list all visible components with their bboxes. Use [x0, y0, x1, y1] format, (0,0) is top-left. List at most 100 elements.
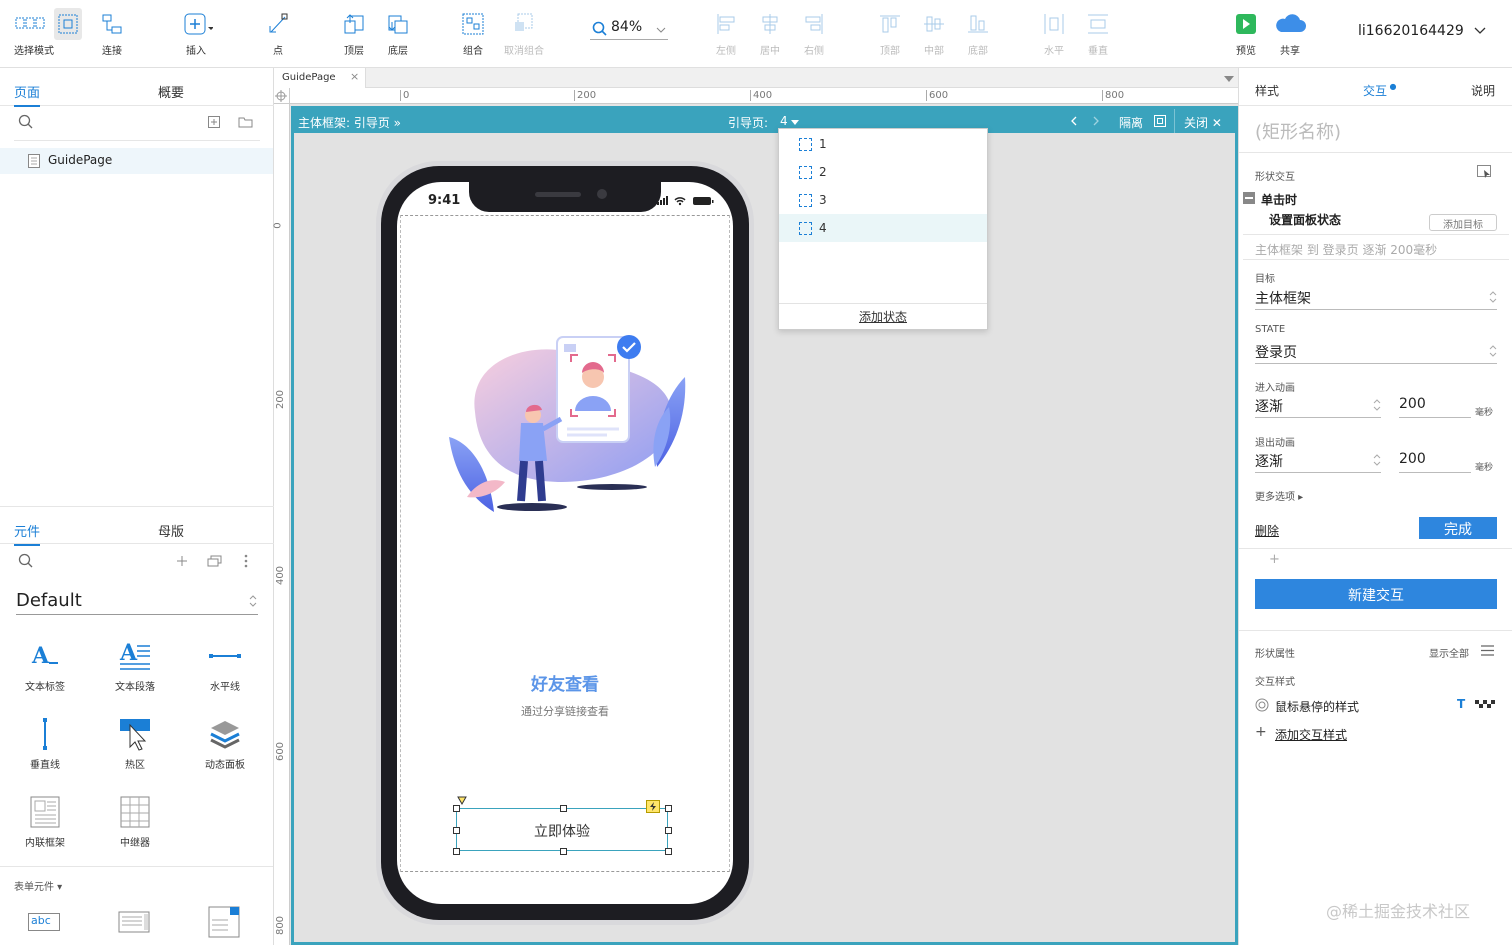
tab-overflow-icon[interactable] — [1224, 76, 1234, 82]
resize-handle[interactable] — [560, 805, 567, 812]
add-target-button[interactable]: 添加目标 — [1429, 214, 1497, 231]
widget-text-label[interactable]: A 文本标签 — [5, 634, 85, 693]
close-panel-button[interactable]: 关闭 ✕ — [1184, 114, 1222, 131]
hover-style-item[interactable]: 鼠标悬停的样式 — [1275, 698, 1359, 715]
state-item-1[interactable]: 1 — [779, 130, 987, 158]
rotation-handle-icon[interactable] — [457, 796, 467, 805]
group-button[interactable]: 组合 — [456, 8, 490, 57]
target-select[interactable]: 主体框架 — [1255, 288, 1497, 310]
state-item-2[interactable]: 2 — [779, 158, 987, 186]
widget-horizontal-line[interactable]: 水平线 — [185, 634, 265, 693]
add-action-plus-icon[interactable]: + — [1269, 552, 1280, 567]
resize-handle[interactable] — [560, 848, 567, 855]
align-top-button[interactable]: 顶部 — [874, 8, 906, 57]
tab-masters[interactable]: 母版 — [158, 521, 184, 540]
resize-handle[interactable] — [665, 805, 672, 812]
widget-repeater[interactable]: 中继器 — [95, 790, 175, 849]
align-middle-button[interactable]: 中部 — [918, 8, 950, 57]
tab-style[interactable]: 样式 — [1255, 82, 1279, 99]
align-center-button[interactable]: 居中 — [754, 8, 786, 57]
collapse-event-icon[interactable] — [1243, 192, 1255, 204]
widget-text-field[interactable]: abc — [28, 913, 60, 931]
action-set-panel-state[interactable]: 设置面板状态 — [1269, 211, 1341, 228]
search-icon[interactable] — [18, 114, 34, 130]
resize-handle[interactable] — [665, 848, 672, 855]
search-icon[interactable] — [18, 553, 34, 569]
new-interaction-button[interactable]: 新建交互 — [1255, 579, 1497, 609]
isolate-icon[interactable] — [1154, 115, 1166, 127]
library-stack-icon[interactable] — [207, 555, 223, 567]
widget-hotspot[interactable]: 热区 — [95, 712, 175, 771]
tab-widgets[interactable]: 元件 — [14, 521, 41, 546]
resize-handle[interactable] — [453, 848, 460, 855]
text-area-icon[interactable] — [118, 911, 150, 933]
delete-link[interactable]: 删除 — [1255, 522, 1279, 539]
done-button[interactable]: 完成 — [1419, 517, 1497, 539]
state-select[interactable]: 登录页 — [1255, 342, 1497, 364]
tab-interactions[interactable]: 交互 ● — [1363, 82, 1397, 99]
state-item-3[interactable]: 3 — [779, 186, 987, 214]
add-interaction-style-link[interactable]: 添加交互样式 — [1275, 726, 1347, 743]
align-bottom-button[interactable]: 底部 — [962, 8, 994, 57]
page-item-guidepage[interactable]: GuidePage — [0, 148, 273, 174]
send-bottom-button[interactable]: 底层 — [382, 8, 414, 57]
ungroup-button[interactable]: 取消组合 — [500, 8, 548, 57]
tab-notes[interactable]: 说明 — [1471, 82, 1495, 99]
form-widgets-section[interactable]: 表单元件 ▾ — [14, 878, 62, 893]
shape-name-input[interactable]: (矩形名称) — [1255, 118, 1341, 144]
library-select[interactable]: Default — [16, 589, 258, 615]
add-page-icon[interactable] — [208, 116, 220, 128]
text-style-icon[interactable]: T — [1457, 697, 1465, 711]
tab-outline[interactable]: 概要 — [158, 82, 184, 101]
widget-inline-frame[interactable]: 内联框架 — [5, 790, 85, 849]
fill-pattern-icon[interactable] — [1475, 700, 1495, 709]
page-tab-guidepage[interactable]: GuidePage × — [274, 68, 366, 88]
ruler-origin[interactable] — [274, 88, 290, 104]
connect-button[interactable]: 连接 — [94, 8, 130, 57]
point-button[interactable]: 点 — [262, 8, 294, 57]
share-button[interactable]: 共享 — [1270, 8, 1310, 57]
distribute-horizontal-button[interactable]: 水平 — [1038, 8, 1070, 57]
show-all-link[interactable]: 显示全部 — [1429, 645, 1469, 660]
select-target-icon[interactable] — [1477, 165, 1493, 179]
add-library-icon[interactable] — [176, 555, 188, 567]
add-state-link[interactable]: 添加状态 — [779, 308, 987, 325]
enter-animation-select[interactable]: 逐渐 — [1255, 396, 1381, 418]
cta-button[interactable]: 立即体验 — [456, 808, 668, 851]
select-contained-button[interactable] — [54, 8, 82, 40]
state-item-4[interactable]: 4 — [779, 214, 987, 242]
widget-text-paragraph[interactable]: A 文本段落 — [95, 634, 175, 693]
align-right-button[interactable]: 右侧 — [798, 8, 830, 57]
tab-pages[interactable]: 页面 — [14, 82, 41, 107]
panel-state-select[interactable]: 4 — [780, 114, 800, 128]
list-box-icon[interactable] — [208, 906, 240, 938]
more-vertical-icon[interactable] — [243, 554, 249, 568]
zoom-select[interactable]: 84% — [590, 18, 668, 40]
insert-button[interactable]: 插入 — [176, 8, 216, 57]
isolate-button[interactable]: 隔离 — [1119, 114, 1143, 131]
chevron-right-icon[interactable] — [1092, 116, 1100, 126]
resize-handle[interactable] — [453, 805, 460, 812]
panel-title[interactable]: 主体框架: 引导页 » — [298, 114, 401, 131]
widget-vertical-line[interactable]: 垂直线 — [5, 712, 85, 771]
widget-dynamic-panel[interactable]: 动态面板 — [185, 712, 265, 771]
preview-button[interactable]: 预览 — [1230, 8, 1262, 57]
user-account-menu[interactable]: li16620164429 — [1358, 23, 1486, 39]
more-options-toggle[interactable]: 更多选项 ▸ — [1255, 488, 1303, 503]
interaction-summary[interactable]: 主体框架 到 登录页 逐渐 200毫秒 — [1243, 234, 1509, 260]
bring-top-button[interactable]: 顶层 — [338, 8, 370, 57]
exit-animation-select[interactable]: 逐渐 — [1255, 451, 1381, 473]
resize-handle[interactable] — [665, 827, 672, 834]
chevron-left-icon[interactable] — [1070, 116, 1078, 126]
folder-icon[interactable] — [238, 116, 253, 128]
enter-duration-input[interactable]: 200 — [1399, 396, 1471, 418]
close-tab-icon[interactable]: × — [350, 70, 359, 83]
menu-icon[interactable] — [1481, 645, 1494, 656]
align-left-button[interactable]: 左侧 — [710, 8, 742, 57]
distribute-vertical-button[interactable]: 垂直 — [1082, 8, 1114, 57]
select-mode-button[interactable] — [12, 8, 48, 40]
exit-duration-input[interactable]: 200 — [1399, 451, 1471, 473]
lightning-interaction-icon[interactable] — [646, 800, 660, 813]
resize-handle[interactable] — [453, 827, 460, 834]
event-on-click[interactable]: 单击时 — [1261, 191, 1297, 208]
